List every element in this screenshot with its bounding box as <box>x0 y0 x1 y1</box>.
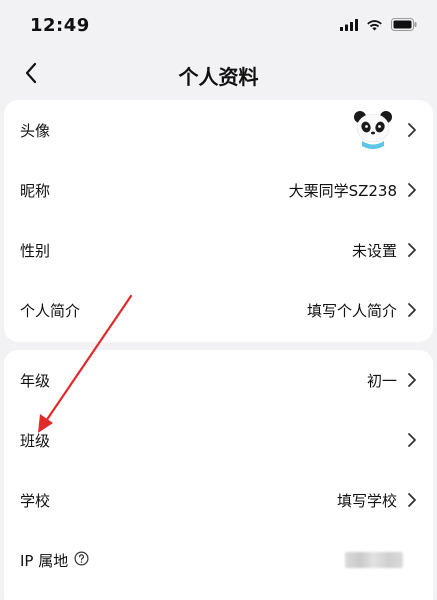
battery-icon <box>391 16 417 35</box>
nav-bar: 个人资料 <box>0 50 437 100</box>
grade-row[interactable]: 年级 初一 <box>4 350 433 410</box>
row-value-bio: 填写个人简介 <box>306 301 397 320</box>
row-label-nickname: 昵称 <box>20 181 51 200</box>
status-time: 12:49 <box>30 15 90 36</box>
class-row[interactable]: 班级 <box>4 410 433 470</box>
profile-card: 头像 昵称 大栗同学SZ238 性别 未设置 个人简介 填写个人简介 <box>4 100 433 342</box>
status-bar: 12:49 <box>0 0 437 50</box>
row-label-grade: 年级 <box>20 371 51 390</box>
chevron-right-icon <box>407 122 417 138</box>
row-label-bio: 个人简介 <box>20 301 81 320</box>
panda-avatar <box>351 108 395 152</box>
school-card: 年级 初一 班级 学校 填写学校 IP 属地 <box>4 350 433 600</box>
row-value-school: 填写学校 <box>336 491 397 510</box>
chevron-right-icon <box>407 432 417 448</box>
ip-value-redacted <box>345 552 403 568</box>
wifi-icon <box>366 16 383 35</box>
chevron-right-icon <box>407 492 417 508</box>
chevron-right-icon <box>407 182 417 198</box>
chevron-right-icon <box>407 372 417 388</box>
chevron-right-icon <box>407 302 417 318</box>
ip-label-text: IP 属地 <box>20 551 69 570</box>
bio-row[interactable]: 个人简介 填写个人简介 <box>4 280 433 340</box>
profile-screen: 12:49 个人资料 头像 昵称 大栗同学SZ238 性别 未设置 个人简介 填… <box>0 0 437 600</box>
row-value-nickname: 大栗同学SZ238 <box>288 181 397 200</box>
ip-location-row: IP 属地 <box>4 530 433 590</box>
row-label-avatar: 头像 <box>20 121 51 140</box>
nickname-row[interactable]: 昵称 大栗同学SZ238 <box>4 160 433 220</box>
school-row[interactable]: 学校 填写学校 <box>4 470 433 530</box>
page-title: 个人资料 <box>178 65 259 89</box>
gender-row[interactable]: 性别 未设置 <box>4 220 433 280</box>
row-value-grade: 初一 <box>366 371 397 390</box>
row-label-school: 学校 <box>20 491 51 510</box>
chevron-right-icon <box>407 242 417 258</box>
row-value-gender: 未设置 <box>351 241 397 260</box>
question-circle-icon[interactable] <box>74 550 89 570</box>
row-label-class: 班级 <box>20 431 51 450</box>
status-icons <box>340 16 417 35</box>
row-label-ip: IP 属地 <box>20 550 345 571</box>
row-label-gender: 性别 <box>20 241 51 260</box>
avatar-row[interactable]: 头像 <box>4 100 433 160</box>
signal-icon <box>340 16 358 35</box>
